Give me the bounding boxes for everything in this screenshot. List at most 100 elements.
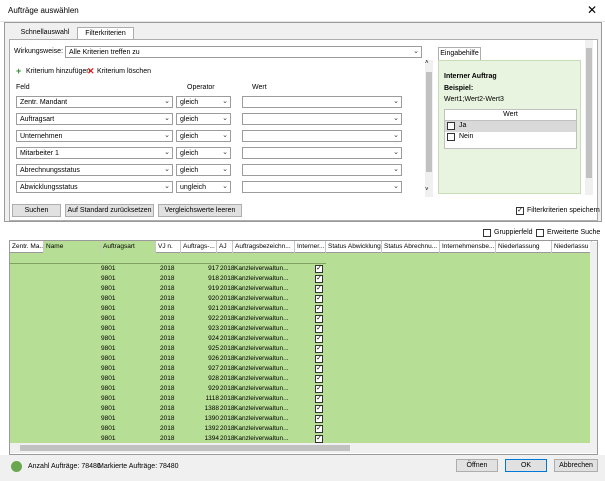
interner-auftrag-checkbox[interactable]: ✓	[315, 315, 323, 323]
col-header[interactable]: Auftragsart	[101, 241, 156, 253]
cell-vj: 2018	[160, 425, 175, 432]
reset-standard-button[interactable]: Auf Standard zurücksetzen	[65, 204, 154, 217]
col-header[interactable]: Auftrags-...	[181, 241, 217, 253]
criterion-operator[interactable]: ungleich ⌄	[176, 181, 231, 193]
col-header[interactable]: Name	[44, 241, 101, 253]
save-filter-checkbox[interactable]: ✓	[516, 207, 524, 215]
col-header[interactable]: Niederlassung	[496, 241, 552, 253]
interner-auftrag-checkbox[interactable]: ✓	[315, 335, 323, 343]
col-header[interactable]: Internehmensbe...	[440, 241, 496, 253]
col-header[interactable]: Zentr. Ma...	[10, 241, 44, 253]
interner-auftrag-checkbox[interactable]: ✓	[315, 365, 323, 373]
interner-auftrag-checkbox[interactable]: ✓	[315, 425, 323, 433]
col-header[interactable]: AJ	[217, 241, 233, 253]
ok-button[interactable]: OK	[505, 459, 547, 472]
interner-auftrag-checkbox[interactable]: ✓	[315, 275, 323, 283]
interner-auftrag-checkbox[interactable]: ✓	[315, 295, 323, 303]
checkbox-ja[interactable]	[447, 122, 455, 130]
interner-auftrag-checkbox[interactable]: ✓	[315, 305, 323, 313]
criterion-field[interactable]: Mitarbeiter 1 ⌄	[16, 147, 173, 159]
close-icon[interactable]: ✕	[587, 3, 597, 17]
interner-auftrag-checkbox[interactable]: ✓	[315, 345, 323, 353]
col-header[interactable]: Interner...	[295, 241, 326, 253]
list-item[interactable]: Ja	[445, 121, 576, 132]
table-row[interactable]: 9801 2018 925 2018 Kanzleiverwaltun... ✓	[10, 344, 326, 354]
criterion-field[interactable]: Zentr. Mandant ⌄	[16, 96, 173, 108]
table-row[interactable]	[10, 254, 326, 264]
gruppierfeld-checkbox[interactable]	[483, 229, 491, 237]
cell-nr: 1392	[204, 425, 219, 432]
table-row[interactable]: 9801 2018 929 2018 Kanzleiverwaltun... ✓	[10, 384, 326, 394]
criterion-value[interactable]: ⌄	[242, 147, 402, 159]
interner-auftrag-checkbox[interactable]: ✓	[315, 395, 323, 403]
interner-auftrag-checkbox[interactable]: ✓	[315, 385, 323, 393]
interner-auftrag-checkbox[interactable]: ✓	[315, 265, 323, 273]
criterion-value[interactable]: ⌄	[242, 113, 402, 125]
tab-eingabehilfe[interactable]: Eingabehilfe	[438, 47, 481, 60]
criterion-value[interactable]: ⌄	[242, 181, 402, 193]
criterion-operator[interactable]: gleich ⌄	[176, 96, 231, 108]
interner-auftrag-checkbox[interactable]: ✓	[315, 405, 323, 413]
criterion-field[interactable]: Unternehmen ⌄	[16, 130, 173, 142]
criterion-field[interactable]: Abwicklungsstatus ⌄	[16, 181, 173, 193]
delete-criterion-button[interactable]: Kriterium löschen	[97, 68, 151, 75]
table-row[interactable]: 9801 2018 917 2018 Kanzleiverwaltun... ✓	[10, 264, 326, 274]
cell-bez: Kanzleiverwaltun...	[234, 345, 289, 352]
grid-v-scrollbar[interactable]	[590, 242, 597, 443]
criterion-operator[interactable]: gleich ⌄	[176, 147, 231, 159]
table-row[interactable]: 9801 2018 1390 2018 Kanzleiverwaltun... ✓	[10, 414, 326, 424]
open-button[interactable]: Öffnen	[456, 459, 498, 472]
criterion-operator[interactable]: gleich ⌄	[176, 113, 231, 125]
interner-auftrag-checkbox[interactable]: ✓	[315, 375, 323, 383]
table-row[interactable]: 9801 2018 926 2018 Kanzleiverwaltun... ✓	[10, 354, 326, 364]
list-item[interactable]: Nein	[445, 132, 576, 143]
chevron-down-icon: ⌄	[393, 183, 399, 190]
table-row[interactable]: 9801 2018 1388 2018 Kanzleiverwaltun... ✓	[10, 404, 326, 414]
interner-auftrag-checkbox[interactable]: ✓	[315, 325, 323, 333]
criterion-operator[interactable]: gleich ⌄	[176, 130, 231, 142]
criterion-value[interactable]: ⌄	[242, 130, 402, 142]
scrollbar-thumb[interactable]	[426, 72, 432, 172]
col-header[interactable]: Auftragsbezeichn...	[233, 241, 295, 253]
table-row[interactable]: 9801 2018 920 2018 Kanzleiverwaltun... ✓	[10, 294, 326, 304]
scrollbar-thumb[interactable]	[586, 48, 592, 178]
col-header[interactable]: Niederlassu	[552, 241, 592, 253]
erweiterte-suche-checkbox[interactable]	[536, 229, 544, 237]
col-header[interactable]: VJ n.	[156, 241, 181, 253]
interner-auftrag-checkbox[interactable]: ✓	[315, 415, 323, 423]
criterion-operator[interactable]: gleich ⌄	[176, 164, 231, 176]
criterion-value[interactable]: ⌄	[242, 96, 402, 108]
col-wert: Wert	[252, 84, 267, 91]
criterion-value[interactable]: ⌄	[242, 164, 402, 176]
scrollbar-thumb[interactable]	[20, 445, 350, 451]
wirkungsweise-select[interactable]: Alle Kriterien treffen zu ⌄	[65, 46, 422, 58]
table-row[interactable]: 9801 2018 922 2018 Kanzleiverwaltun... ✓	[10, 314, 326, 324]
cancel-button[interactable]: Abbrechen	[554, 459, 598, 472]
table-row[interactable]: 9801 2018 927 2018 Kanzleiverwaltun... ✓	[10, 364, 326, 374]
add-criterion-button[interactable]: Kriterium hinzufügen	[26, 68, 90, 75]
table-row[interactable]: 9801 2018 919 2018 Kanzleiverwaltun... ✓	[10, 284, 326, 294]
criterion-field[interactable]: Abrechnungsstatus ⌄	[16, 164, 173, 176]
interner-auftrag-checkbox[interactable]: ✓	[315, 435, 323, 443]
criterion-field[interactable]: Auftragsart ⌄	[16, 113, 173, 125]
table-row[interactable]: 9801 2018 928 2018 Kanzleiverwaltun... ✓	[10, 374, 326, 384]
grid-h-scrollbar[interactable]	[10, 443, 597, 453]
table-row[interactable]: 9801 2018 1392 2018 Kanzleiverwaltun... ✓	[10, 424, 326, 434]
chevron-down-icon: ⌄	[222, 166, 228, 173]
table-row[interactable]: 9801 2018 924 2018 Kanzleiverwaltun... ✓	[10, 334, 326, 344]
checkbox-nein[interactable]	[447, 133, 455, 141]
table-row[interactable]: 9801 2018 923 2018 Kanzleiverwaltun... ✓	[10, 324, 326, 334]
col-header[interactable]: Status Abwicklung	[326, 241, 382, 253]
interner-auftrag-checkbox[interactable]: ✓	[315, 355, 323, 363]
interner-auftrag-checkbox[interactable]: ✓	[315, 285, 323, 293]
search-button[interactable]: Suchen	[12, 204, 61, 217]
table-row[interactable]: 9801 2018 1118 2018 Kanzleiverwaltun... ✓	[10, 394, 326, 404]
col-header[interactable]: Status Abrechnu...	[382, 241, 440, 253]
cell-nr: 925	[208, 345, 219, 352]
clear-values-button[interactable]: Vergleichswerte leeren	[158, 204, 242, 217]
table-row[interactable]: 9801 2018 918 2018 Kanzleiverwaltun... ✓	[10, 274, 326, 284]
table-row[interactable]: 9801 2018 921 2018 Kanzleiverwaltun... ✓	[10, 304, 326, 314]
chevron-down-icon: ⌄	[164, 149, 170, 156]
criteria-scrollbar[interactable]: ˄ ˅	[425, 60, 433, 197]
help-scrollbar[interactable]	[585, 40, 593, 195]
